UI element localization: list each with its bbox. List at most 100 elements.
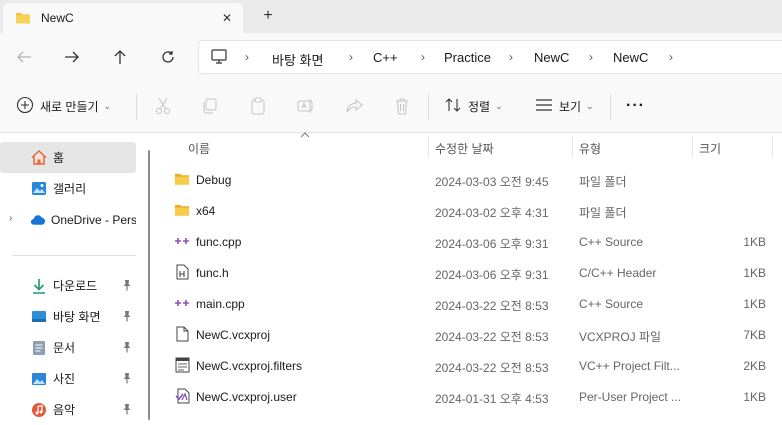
paste-icon[interactable] bbox=[250, 95, 266, 117]
column-header-size[interactable]: 크기 bbox=[699, 140, 721, 157]
tab-newc[interactable]: NewC ✕ bbox=[3, 3, 243, 33]
pin-icon[interactable] bbox=[122, 310, 132, 325]
plus-circle-icon bbox=[16, 96, 34, 117]
sidebar-item-label: 사진 bbox=[53, 372, 76, 386]
chevron-down-icon: ⌄ bbox=[586, 100, 594, 111]
new-button[interactable]: 새로 만들기 ⌄ bbox=[16, 95, 111, 117]
sidebar-item-desktop[interactable]: 바탕 화면 bbox=[0, 301, 136, 332]
file-modified: 2024-03-22 오전 8:53 bbox=[435, 299, 549, 313]
sidebar-item-label: 바탕 화면 bbox=[53, 310, 101, 324]
pin-icon[interactable] bbox=[122, 279, 132, 294]
navigation-pane: 홈 갤러리 › OneDrive - Pers 다운로드 바탕 화면 문서 사진… bbox=[0, 134, 146, 425]
breadcrumb-newc-parent[interactable]: NewC bbox=[534, 50, 569, 65]
sort-button[interactable]: 정렬 ⌄ bbox=[444, 95, 503, 117]
sidebar-item-music[interactable]: 음악 bbox=[0, 394, 136, 425]
table-row[interactable]: NewC.vcxproj.filters 2024-03-22 오전 8:53 … bbox=[154, 350, 782, 381]
more-options-icon[interactable]: ··· bbox=[626, 95, 645, 117]
table-row[interactable]: main.cpp 2024-03-22 오전 8:53 C++ Source 1… bbox=[154, 288, 782, 319]
vs-user-file-icon bbox=[174, 388, 190, 404]
table-row[interactable]: NewC.vcxproj 2024-03-22 오전 8:53 VCXPROJ … bbox=[154, 319, 782, 350]
file-type: VC++ Project Filt... bbox=[579, 359, 680, 373]
breadcrumb-newc-current[interactable]: NewC bbox=[613, 50, 648, 65]
sort-ascending-icon bbox=[300, 130, 310, 141]
breadcrumb-cpp[interactable]: C++ bbox=[373, 50, 398, 65]
file-size: 1KB bbox=[743, 266, 766, 280]
refresh-icon[interactable] bbox=[156, 45, 180, 69]
sidebar-item-onedrive[interactable]: › OneDrive - Pers bbox=[0, 204, 136, 235]
breadcrumb-chevron-icon[interactable]: › bbox=[349, 50, 353, 64]
close-tab-icon[interactable]: ✕ bbox=[218, 9, 236, 27]
breadcrumb-chevron-icon[interactable]: › bbox=[509, 50, 513, 64]
sidebar-item-pictures[interactable]: 사진 bbox=[0, 363, 136, 394]
file-modified: 2024-03-22 오전 8:53 bbox=[435, 361, 549, 375]
folder-icon bbox=[15, 11, 31, 28]
breadcrumb-chevron-icon[interactable]: › bbox=[589, 50, 593, 64]
pin-icon[interactable] bbox=[122, 403, 132, 418]
file-type: 파일 폴더 bbox=[579, 206, 627, 220]
file-size: 1KB bbox=[743, 235, 766, 249]
file-name: func.cpp bbox=[196, 235, 242, 249]
sort-arrows-icon bbox=[444, 97, 462, 116]
pin-icon[interactable] bbox=[122, 372, 132, 387]
column-header-name[interactable]: 이름 bbox=[188, 140, 210, 157]
share-icon[interactable] bbox=[345, 95, 363, 117]
column-divider[interactable] bbox=[692, 136, 693, 158]
copy-icon[interactable] bbox=[202, 95, 218, 117]
sidebar-item-home[interactable]: 홈 bbox=[0, 142, 136, 173]
breadcrumb-chevron-icon[interactable]: › bbox=[421, 50, 425, 64]
column-divider[interactable] bbox=[772, 136, 773, 158]
table-row[interactable]: func.cpp 2024-03-06 오후 9:31 C++ Source 1… bbox=[154, 226, 782, 257]
sidebar-item-downloads[interactable]: 다운로드 bbox=[0, 270, 136, 301]
column-header-modified[interactable]: 수정한 날짜 bbox=[435, 140, 494, 157]
folder-icon bbox=[174, 202, 190, 218]
breadcrumb-desktop[interactable]: 바탕 화면 bbox=[272, 50, 323, 69]
breadcrumb-chevron-icon[interactable]: › bbox=[669, 50, 673, 64]
sidebar-item-label: 다운로드 bbox=[53, 279, 98, 293]
file-name: Debug bbox=[196, 173, 232, 187]
view-lines-icon bbox=[535, 98, 553, 115]
up-arrow-icon[interactable] bbox=[108, 45, 132, 69]
column-header-type[interactable]: 유형 bbox=[579, 140, 601, 157]
address-bar[interactable]: › 바탕 화면 › C++ › Practice › NewC › NewC › bbox=[198, 40, 782, 74]
pictures-icon bbox=[31, 371, 47, 387]
home-icon bbox=[31, 150, 47, 166]
cpp-file-icon bbox=[174, 295, 190, 311]
navigation-bar: › 바탕 화면 › C++ › Practice › NewC › NewC › bbox=[0, 33, 782, 80]
toolbar-divider bbox=[428, 94, 429, 120]
column-divider[interactable] bbox=[572, 136, 573, 158]
rename-icon[interactable] bbox=[297, 95, 315, 117]
table-row[interactable]: x64 2024-03-02 오후 4:31 파일 폴더 bbox=[154, 195, 782, 226]
table-row[interactable]: Debug 2024-03-03 오전 9:45 파일 폴더 bbox=[154, 164, 782, 195]
blank-file-icon bbox=[174, 326, 190, 342]
new-button-label: 새로 만들기 bbox=[40, 99, 99, 114]
chevron-down-icon: ⌄ bbox=[495, 100, 503, 111]
file-modified: 2024-03-06 오후 9:31 bbox=[435, 268, 549, 282]
file-type: VCXPROJ 파일 bbox=[579, 330, 662, 344]
new-tab-button[interactable]: + bbox=[258, 6, 278, 26]
toolbar-divider bbox=[610, 94, 611, 120]
sidebar-scrollbar[interactable] bbox=[148, 150, 150, 420]
file-name: NewC.vcxproj.user bbox=[196, 390, 297, 404]
expand-chevron-icon[interactable]: › bbox=[9, 213, 12, 224]
file-size: 1KB bbox=[743, 297, 766, 311]
sidebar-item-label: 문서 bbox=[53, 341, 76, 355]
column-divider[interactable] bbox=[428, 136, 429, 158]
file-modified: 2024-03-22 오전 8:53 bbox=[435, 330, 549, 344]
forward-arrow-icon[interactable] bbox=[60, 45, 84, 69]
breadcrumb-chevron-icon[interactable]: › bbox=[245, 50, 249, 64]
filters-file-icon bbox=[174, 357, 190, 373]
table-row[interactable]: func.h 2024-03-06 오후 9:31 C/C++ Header 1… bbox=[154, 257, 782, 288]
sidebar-item-documents[interactable]: 문서 bbox=[0, 332, 136, 363]
sidebar-item-label: 갤러리 bbox=[53, 182, 87, 196]
file-type: C/C++ Header bbox=[579, 266, 657, 280]
table-row[interactable]: NewC.vcxproj.user 2024-01-31 오후 4:53 Per… bbox=[154, 381, 782, 412]
back-arrow-icon[interactable] bbox=[12, 45, 36, 69]
breadcrumb-practice[interactable]: Practice bbox=[444, 50, 491, 65]
view-button[interactable]: 보기 ⌄ bbox=[535, 95, 594, 117]
sidebar-item-label: 홈 bbox=[53, 151, 65, 165]
pin-icon[interactable] bbox=[122, 341, 132, 356]
sidebar-item-gallery[interactable]: 갤러리 bbox=[0, 173, 136, 204]
delete-icon[interactable] bbox=[394, 95, 410, 117]
file-size: 1KB bbox=[743, 390, 766, 404]
cut-icon[interactable] bbox=[155, 95, 171, 117]
